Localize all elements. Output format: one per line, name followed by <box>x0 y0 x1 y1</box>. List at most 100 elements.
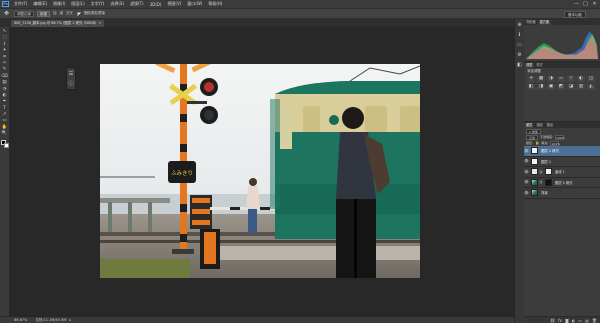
levels-icon[interactable]: ▦ <box>537 76 545 82</box>
lock-label: 锁定: <box>526 141 534 145</box>
zoom-tool-icon[interactable]: 🔍 <box>1 131 9 137</box>
menu-help[interactable]: 帮助(H) <box>205 1 225 7</box>
move-tool-icon[interactable]: ✥ <box>2 10 11 18</box>
workspace-select[interactable]: 基本功能 <box>564 10 586 18</box>
hue-saturation-icon[interactable]: ◐ <box>577 76 585 82</box>
add-mask-icon[interactable]: ◙ <box>565 318 569 323</box>
posterize-icon[interactable]: ◪ <box>567 84 575 90</box>
window-controls: — □ ✕ <box>573 1 598 7</box>
visibility-eye-icon[interactable]: 👁 <box>524 159 529 163</box>
layer-thumbnail <box>531 168 538 176</box>
link-icon: ⛓ <box>539 180 543 185</box>
brightness-icon[interactable]: ☀ <box>527 76 535 82</box>
intersect-option[interactable]: 交叉 <box>66 11 73 16</box>
layer-comps-icon[interactable]: ◧ <box>516 61 524 69</box>
color-balance-icon[interactable]: ◫ <box>587 76 595 82</box>
layer-kind-filter[interactable]: ρ 类型 <box>526 128 541 134</box>
visibility-eye-icon[interactable]: 👁 <box>524 180 529 184</box>
zoom-level[interactable]: 66.67% <box>14 318 27 322</box>
subtract-option[interactable]: 减 <box>60 11 64 16</box>
layer-style-icon[interactable]: fx <box>558 318 562 323</box>
threshold-icon[interactable]: ▥ <box>577 84 585 90</box>
layers-panel: 图层 通道 路径 ρ 类型 正常 不透明度: 100% 锁定: 🔒 填充: 10… <box>524 121 600 323</box>
swatches-icon[interactable]: ▭ <box>516 41 524 49</box>
layer-thumbnail <box>531 147 538 155</box>
toolbox: ↖ ⬚ ℓ ✦ ⌗ ✑ ✎ ⌫ ▤ ◔ ◐ ✒ T ↗ ▭ ✋ 🔍 <box>0 27 10 316</box>
fill-field[interactable]: 100% <box>550 140 560 146</box>
maximize-icon[interactable]: □ <box>582 1 589 7</box>
layer-row[interactable]: 👁 图层 1 拷贝 <box>524 146 600 157</box>
curves-icon[interactable]: ◑ <box>547 76 555 82</box>
layer-row[interactable]: 👁 ⛓ 图层 0 拷贝 <box>524 178 600 188</box>
menu-select[interactable]: 选择(S) <box>107 1 127 7</box>
menu-3d[interactable]: 3D(D) <box>147 2 165 7</box>
tab-channels[interactable]: 通道 <box>534 123 544 128</box>
new-layer-icon[interactable]: ▤ <box>585 318 589 323</box>
menu-filter[interactable]: 滤镜(T) <box>127 1 147 7</box>
new-group-icon[interactable]: ▭ <box>578 318 582 323</box>
layer-name: 图层 1 <box>541 159 552 164</box>
background-color[interactable] <box>3 142 9 148</box>
exposure-icon[interactable]: ▱ <box>557 76 565 82</box>
layer-row[interactable]: 👁 ⛓ 曲线 1 <box>524 167 600 178</box>
gradient-map-icon[interactable]: ◭ <box>587 84 595 90</box>
layer-mask-thumbnail <box>544 178 552 186</box>
properties-icon[interactable]: ☰ <box>67 70 75 79</box>
railroad-crossing-photo: ふみきり <box>100 64 420 278</box>
visibility-eye-icon[interactable]: 👁 <box>524 170 529 174</box>
link-layers-icon[interactable]: ⛓ <box>550 318 555 323</box>
mini-panel-header[interactable] <box>67 67 75 69</box>
new-adjustment-icon[interactable]: ◐ <box>572 318 576 323</box>
menu-file[interactable]: 文件(F) <box>11 1 30 7</box>
fill-label: 填充: <box>541 141 549 145</box>
add-option[interactable]: 加 <box>53 11 57 16</box>
tab-adjustments[interactable]: 调整 <box>524 63 535 68</box>
lock-icon[interactable]: 🔒 <box>535 141 539 145</box>
invert-icon[interactable]: ◩ <box>557 84 565 90</box>
visibility-eye-icon[interactable]: 👁 <box>524 191 529 195</box>
status-menu-arrow-icon[interactable]: ▸ <box>69 318 71 322</box>
adjustments-title: 添加调整 <box>527 69 541 73</box>
photoshop-logo: Ps <box>2 1 9 7</box>
right-panels: 导航器 直方图 调整 样式 添加调整 ☀ ▦ ◑ ▱ ▽ ◐ ◫ ◧ ◨ ▣ ◩ <box>524 19 600 323</box>
minimize-icon[interactable]: — <box>573 1 580 7</box>
layer-row[interactable]: 👁 图层 1 <box>524 157 600 167</box>
visibility-eye-icon[interactable]: 👁 <box>524 149 529 153</box>
menu-edit[interactable]: 编辑(E) <box>30 1 50 7</box>
menu-type[interactable]: 文字(Y) <box>88 1 108 7</box>
blend-mode-select[interactable]: 正常 <box>526 134 539 140</box>
layer-name: 曲线 1 <box>554 170 565 175</box>
link-icon: ⛓ <box>539 169 543 174</box>
color-swatches[interactable] <box>0 139 9 148</box>
opacity-field[interactable]: 100% <box>555 134 565 140</box>
tab-paths[interactable]: 路径 <box>545 123 555 128</box>
menu-view[interactable]: 视图(V) <box>164 1 184 7</box>
menu-layer[interactable]: 图层(L) <box>68 1 87 7</box>
vibrance-icon[interactable]: ▽ <box>567 76 575 82</box>
navigator-icon[interactable]: ⊕ <box>516 21 524 29</box>
menu-image[interactable]: 图像(I) <box>50 1 68 7</box>
document-tab-title: IMG_7236_副本.jpg @ 66.7% (图层 1 拷贝, RGB/8) <box>14 21 97 25</box>
channel-mixer-icon[interactable]: ▣ <box>547 84 555 90</box>
menu-window[interactable]: 窗口(W) <box>184 1 205 7</box>
tab-styles[interactable]: 样式 <box>534 63 544 68</box>
layer-mask-thumbnail <box>544 168 552 176</box>
close-icon[interactable]: ✕ <box>591 1 598 7</box>
preset-select[interactable]: 调整边缘 <box>14 10 34 17</box>
new-selection-button[interactable]: 新建 <box>37 10 50 17</box>
layer-name: 背景 <box>541 191 548 196</box>
document-canvas-image[interactable]: ふみきり <box>100 64 420 278</box>
info-icon[interactable]: ℹ <box>516 31 524 39</box>
trash-icon[interactable]: 🗑 <box>592 318 597 323</box>
layer-row[interactable]: 👁 背景 <box>524 188 600 199</box>
black-white-icon[interactable]: ◧ <box>527 84 535 90</box>
tab-close-icon[interactable]: × <box>98 20 101 27</box>
document-tab[interactable]: IMG_7236_副本.jpg @ 66.7% (图层 1 拷贝, RGB/8)… <box>11 20 105 27</box>
settings-icon[interactable]: ⚙ <box>516 51 524 59</box>
document-size: 文档:11.1M/45.9M <box>35 317 67 322</box>
tab-layers[interactable]: 图层 <box>524 123 535 128</box>
photo-filter-icon[interactable]: ◨ <box>537 84 545 90</box>
info-icon[interactable]: ⓘ <box>67 80 75 89</box>
delete-clipping-checkbox[interactable] <box>77 11 81 16</box>
layer-thumbnail <box>531 157 538 165</box>
